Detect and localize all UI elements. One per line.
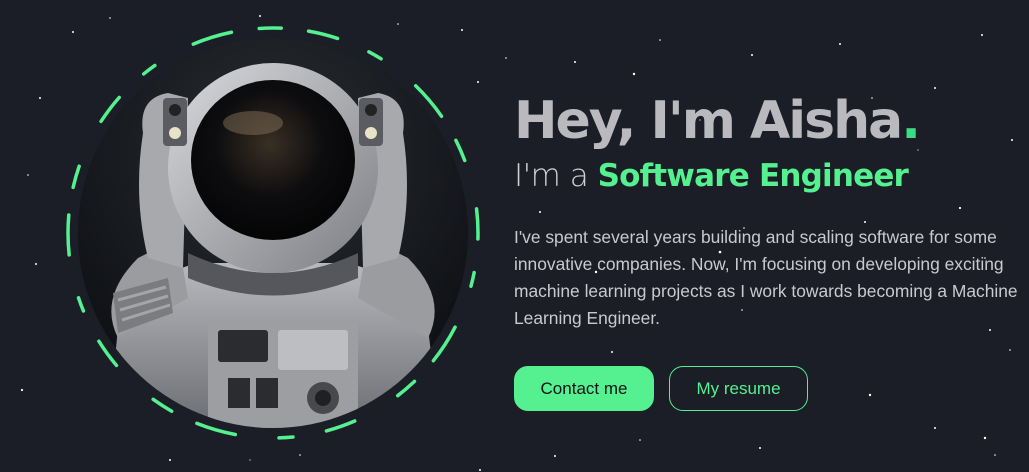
resume-button[interactable]: My resume bbox=[669, 366, 808, 411]
greeting-text: Hey, I'm Aisha bbox=[514, 91, 903, 151]
bio-paragraph: I've spent several years building and sc… bbox=[514, 227, 1018, 328]
hero-headline: Hey, I'm Aisha. bbox=[514, 90, 1024, 152]
hero-intro: Hey, I'm Aisha. I'm a Software Engineer … bbox=[514, 90, 1024, 332]
greeting-dot: . bbox=[901, 91, 921, 151]
avatar bbox=[58, 18, 488, 448]
role-line: I'm a Software Engineer bbox=[514, 156, 1024, 196]
cta-buttons: Contact me My resume bbox=[514, 366, 808, 411]
contact-button[interactable]: Contact me bbox=[514, 366, 654, 411]
role-title: Software Engineer bbox=[597, 158, 909, 194]
astronaut-illustration bbox=[78, 38, 468, 428]
role-prefix: I'm a bbox=[514, 158, 598, 194]
